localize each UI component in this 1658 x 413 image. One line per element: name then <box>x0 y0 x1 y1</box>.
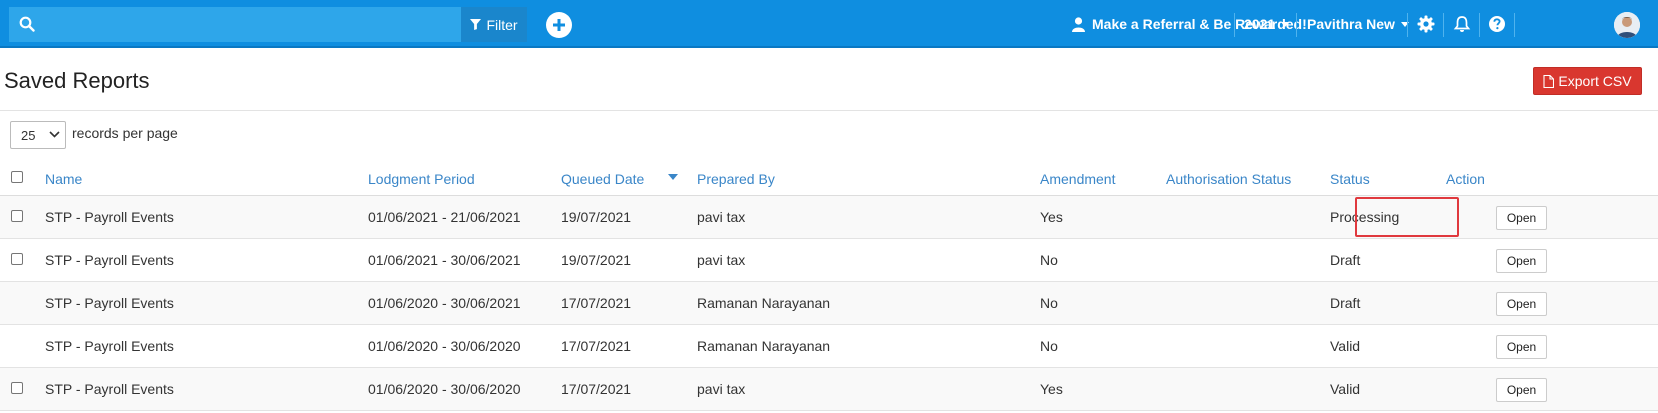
open-button[interactable]: Open <box>1496 292 1547 316</box>
year-label: 2021 <box>1244 16 1276 32</box>
divider <box>1234 13 1235 37</box>
cell-prepared-by: pavi tax <box>697 252 746 268</box>
records-per-page-select[interactable]: 25 <box>10 121 66 149</box>
filter-icon <box>470 19 482 30</box>
column-header-lodgment-period[interactable]: Lodgment Period <box>368 171 475 187</box>
avatar-image <box>1614 12 1640 38</box>
cell-queued-date: 19/07/2021 <box>561 209 632 225</box>
row-checkbox[interactable] <box>11 382 23 394</box>
filter-button[interactable]: Filter <box>461 7 527 42</box>
column-header-prepared-by[interactable]: Prepared By <box>697 171 775 187</box>
cell-name: STP - Payroll Events <box>45 295 174 311</box>
cell-name: STP - Payroll Events <box>45 209 174 225</box>
year-dropdown[interactable]: 2021 <box>1244 0 1290 48</box>
file-icon <box>1543 74 1555 88</box>
cell-lodgment-period: 01/06/2020 - 30/06/2021 <box>368 295 521 311</box>
cell-amendment: No <box>1040 252 1058 268</box>
records-per-page-label: records per page <box>72 125 178 141</box>
cell-name: STP - Payroll Events <box>45 338 174 354</box>
question-icon[interactable] <box>1488 15 1506 33</box>
cell-prepared-by: Ramanan Narayanan <box>697 295 831 311</box>
add-button[interactable] <box>546 12 572 38</box>
divider <box>1479 13 1480 37</box>
column-header-amendment[interactable]: Amendment <box>1040 171 1115 187</box>
export-csv-button[interactable]: Export CSV <box>1533 67 1642 95</box>
select-all-checkbox[interactable] <box>11 171 23 183</box>
open-button[interactable]: Open <box>1496 335 1547 359</box>
cell-status: Valid <box>1330 338 1361 354</box>
sort-desc-icon[interactable] <box>668 174 678 180</box>
export-csv-label: Export CSV <box>1558 73 1632 89</box>
avatar[interactable] <box>1614 12 1640 38</box>
search-input[interactable] <box>9 7 462 42</box>
cell-prepared-by: Ramanan Narayanan <box>697 338 831 354</box>
status-highlight-box <box>1355 197 1459 237</box>
cell-queued-date: 17/07/2021 <box>561 381 632 397</box>
gear-icon[interactable] <box>1417 15 1435 33</box>
cell-lodgment-period: 01/06/2020 - 30/06/2020 <box>368 381 521 397</box>
cell-queued-date: 19/07/2021 <box>561 252 632 268</box>
cell-queued-date: 17/07/2021 <box>561 295 632 311</box>
cell-prepared-by: pavi tax <box>697 209 746 225</box>
cell-amendment: No <box>1040 338 1058 354</box>
cell-lodgment-period: 01/06/2021 - 30/06/2021 <box>368 252 521 268</box>
records-per-page-value: 25 <box>21 127 36 143</box>
row-checkbox[interactable] <box>11 210 23 222</box>
cell-status: Draft <box>1330 252 1361 268</box>
column-header-status[interactable]: Status <box>1330 171 1370 187</box>
filter-label: Filter <box>486 16 518 33</box>
column-header-authorisation-status[interactable]: Authorisation Status <box>1166 171 1291 187</box>
bell-icon[interactable] <box>1453 15 1471 33</box>
search-icon <box>19 16 35 32</box>
cell-prepared-by: pavi tax <box>697 381 746 397</box>
divider <box>1443 13 1444 37</box>
divider <box>1296 13 1297 37</box>
table-row: STP - Payroll Events 01/06/2020 - 30/06/… <box>0 282 1658 325</box>
user-icon <box>1072 16 1085 32</box>
cell-amendment: Yes <box>1040 209 1063 225</box>
cell-lodgment-period: 01/06/2021 - 21/06/2021 <box>368 209 521 225</box>
top-nav-bar: Filter Make a Referral & Be Rewarded! 20… <box>0 0 1658 48</box>
chevron-down-icon <box>49 131 60 138</box>
cell-amendment: Yes <box>1040 381 1063 397</box>
caret-down-icon <box>1281 21 1290 27</box>
cell-lodgment-period: 01/06/2020 - 30/06/2020 <box>368 338 521 354</box>
divider <box>1407 13 1408 37</box>
cell-queued-date: 17/07/2021 <box>561 338 632 354</box>
row-checkbox[interactable] <box>11 253 23 265</box>
table-row: STP - Payroll Events 01/06/2021 - 30/06/… <box>0 239 1658 282</box>
column-header-action: Action <box>1446 171 1485 187</box>
table-row: STP - Payroll Events 01/06/2020 - 30/06/… <box>0 368 1658 411</box>
cell-amendment: No <box>1040 295 1058 311</box>
cell-status: Draft <box>1330 295 1361 311</box>
open-button[interactable]: Open <box>1496 249 1547 273</box>
plus-circle-icon <box>553 19 565 31</box>
user-dropdown[interactable]: Pavithra New <box>1307 0 1409 48</box>
divider <box>1514 13 1515 37</box>
table-row: STP - Payroll Events 01/06/2020 - 30/06/… <box>0 325 1658 368</box>
user-label: Pavithra New <box>1307 16 1395 32</box>
divider <box>0 110 1658 111</box>
open-button[interactable]: Open <box>1496 206 1547 230</box>
column-header-name[interactable]: Name <box>45 171 82 187</box>
cell-name: STP - Payroll Events <box>45 381 174 397</box>
page-title: Saved Reports <box>4 68 150 93</box>
open-button[interactable]: Open <box>1496 378 1547 402</box>
cell-name: STP - Payroll Events <box>45 252 174 268</box>
cell-status: Valid <box>1330 381 1361 397</box>
column-header-queued-date[interactable]: Queued Date <box>561 171 644 187</box>
